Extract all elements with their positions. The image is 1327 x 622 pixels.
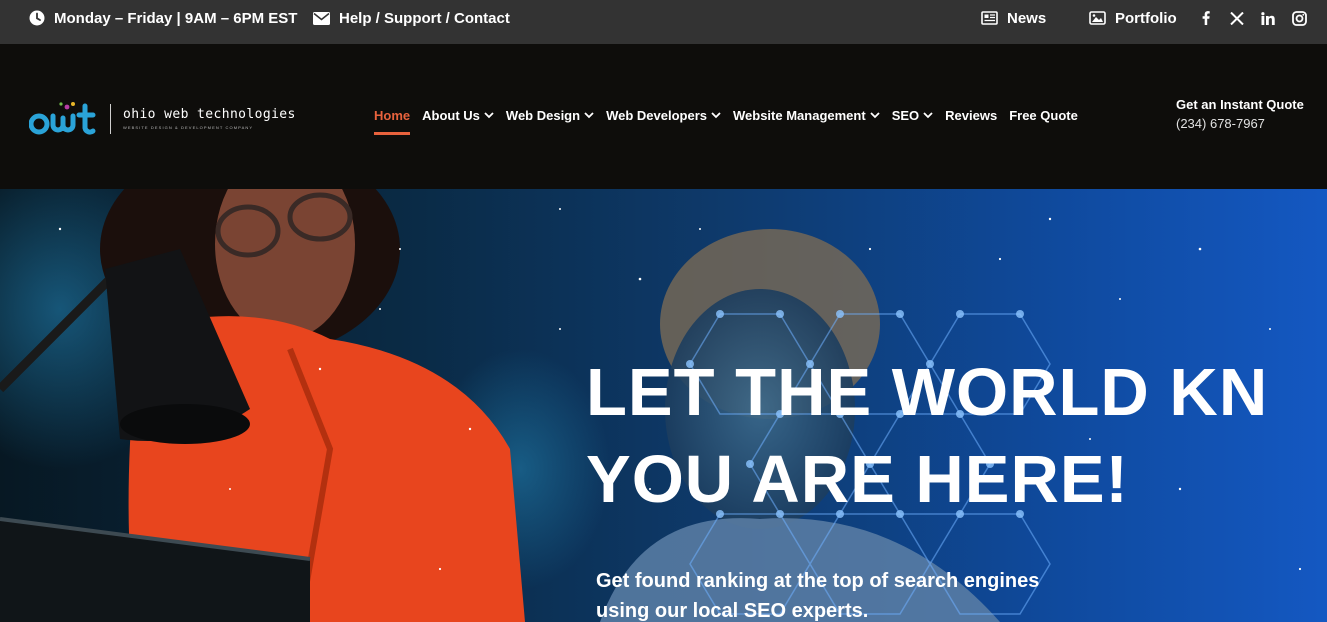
nav-seo-label: SEO — [891, 107, 920, 123]
logo-divider — [110, 104, 111, 134]
logo-company-name: ohio web technologies — [123, 107, 296, 122]
nav-free-quote-label: Free Quote — [1009, 107, 1078, 123]
hero-headline-line2: YOU ARE HERE! — [586, 442, 1129, 517]
main-header: ohio web technologies Website Design & D… — [0, 44, 1327, 189]
help-support-contact-link[interactable]: Help / Support / Contact — [313, 0, 510, 36]
logo-text: ohio web technologies Website Design & D… — [123, 107, 296, 131]
nav-web-design-label: Web Design — [505, 107, 581, 123]
nav-about-us[interactable]: About Us — [422, 103, 494, 127]
help-support-contact-label: Help / Support / Contact — [339, 9, 510, 27]
business-hours-text: Monday – Friday | 9AM – 6PM EST — [54, 9, 298, 27]
nav-web-developers-label: Web Developers — [606, 107, 707, 123]
nav-free-quote[interactable]: Free Quote — [1009, 103, 1078, 127]
instant-quote-block: Get an Instant Quote (234) 678-7967 — [1176, 97, 1304, 131]
news-label: News — [1007, 9, 1047, 27]
hero-headline-line1: LET THE WORLD KN — [586, 355, 1269, 430]
envelope-icon — [313, 11, 330, 25]
hero-headline: LET THE WORLD KN YOU ARE HERE! — [586, 349, 1268, 523]
main-nav: Home About Us Web Design Web Developers … — [374, 103, 1090, 135]
chevron-down-icon — [484, 111, 494, 118]
instagram-icon[interactable] — [1290, 9, 1308, 27]
quote-phone-link[interactable]: (234) 678-7967 — [1176, 116, 1304, 131]
chevron-down-icon — [584, 111, 594, 118]
hero-section: LET THE WORLD KN YOU ARE HERE! Get found… — [0, 189, 1327, 622]
linkedin-icon[interactable] — [1259, 9, 1277, 27]
nav-about-us-label: About Us — [422, 107, 480, 123]
facebook-icon[interactable] — [1197, 9, 1215, 27]
newspaper-icon — [981, 11, 998, 25]
hero-subtext: Get found ranking at the top of search e… — [596, 570, 1040, 622]
clock-icon — [29, 10, 45, 26]
nav-reviews-label: Reviews — [945, 107, 998, 123]
portfolio-link[interactable]: Portfolio — [1089, 0, 1177, 36]
chevron-down-icon — [923, 111, 933, 118]
nav-seo[interactable]: SEO — [892, 103, 933, 127]
portfolio-label: Portfolio — [1115, 9, 1177, 27]
nav-home[interactable]: Home — [374, 103, 411, 135]
instant-quote-label: Get an Instant Quote — [1176, 97, 1304, 112]
top-bar: Monday – Friday | 9AM – 6PM EST Help / S… — [0, 0, 1327, 44]
x-icon[interactable] — [1228, 9, 1246, 27]
business-hours: Monday – Friday | 9AM – 6PM EST — [29, 0, 297, 36]
portfolio-icon — [1089, 11, 1106, 25]
nav-reviews[interactable]: Reviews — [945, 103, 997, 127]
logo-tagline: Website Design & Development Company — [123, 125, 254, 130]
chevron-down-icon — [870, 111, 880, 118]
news-link[interactable]: News — [981, 0, 1046, 36]
nav-web-developers[interactable]: Web Developers — [606, 103, 721, 127]
nav-website-management-label: Website Management — [733, 107, 866, 123]
nav-home-label: Home — [374, 107, 411, 123]
nav-web-design[interactable]: Web Design — [506, 103, 594, 127]
nav-website-management[interactable]: Website Management — [733, 103, 880, 127]
owt-logo-mark — [29, 102, 96, 135]
chevron-down-icon — [711, 111, 721, 118]
site-logo[interactable]: ohio web technologies Website Design & D… — [29, 99, 296, 139]
